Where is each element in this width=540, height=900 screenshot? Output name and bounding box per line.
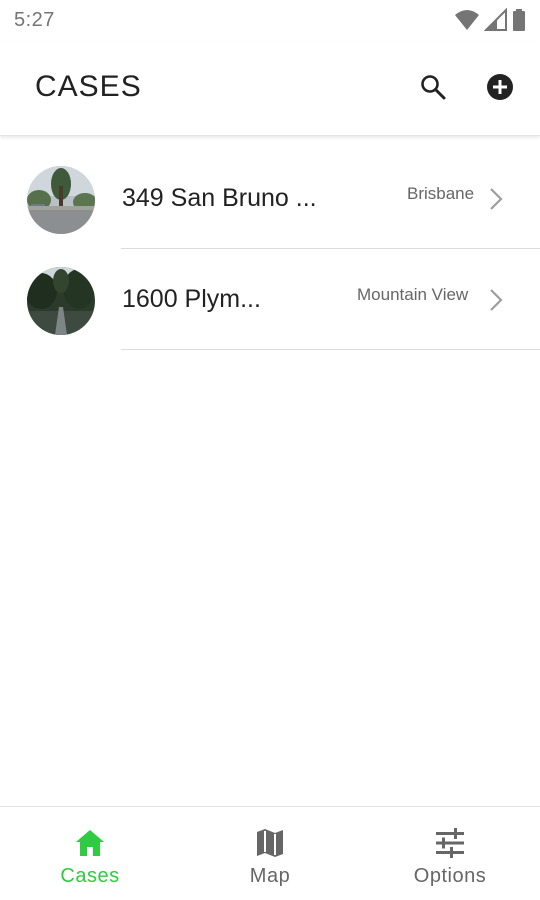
add-case-button[interactable] xyxy=(483,72,517,106)
nav-item-options[interactable]: Options xyxy=(360,807,540,900)
nav-item-cases[interactable]: Cases xyxy=(0,807,180,900)
case-address: 1600 Plym... xyxy=(122,285,261,313)
signal-icon xyxy=(483,7,508,37)
map-icon xyxy=(252,825,288,861)
wifi-icon xyxy=(454,8,480,37)
nav-label: Options xyxy=(413,865,487,887)
status-icons xyxy=(454,7,526,37)
battery-icon xyxy=(512,8,526,37)
app-bar: CASES xyxy=(0,42,540,136)
home-icon xyxy=(72,825,108,861)
case-city: Brisbane xyxy=(407,184,475,203)
divider xyxy=(121,349,540,350)
case-city: Mountain View xyxy=(357,285,469,304)
case-thumbnail xyxy=(27,267,95,335)
case-row-brisbane[interactable]: 349 San Bruno ... Brisbane xyxy=(0,148,540,249)
page-title: CASES xyxy=(35,70,142,103)
case-row-mountain-view[interactable]: 1600 Plym... Mountain View xyxy=(0,249,540,350)
chevron-right-icon xyxy=(486,186,506,212)
case-list: 349 San Bruno ... Brisbane 1600 Plym... … xyxy=(0,148,540,350)
nav-label: Cases xyxy=(60,865,120,887)
bottom-nav: Cases Map Options xyxy=(0,806,540,900)
status-bar: 5:27 xyxy=(0,0,540,42)
case-address: 349 San Bruno ... xyxy=(122,184,317,212)
add-circle-icon xyxy=(486,73,514,106)
search-icon xyxy=(419,73,447,106)
nav-item-map[interactable]: Map xyxy=(180,807,360,900)
case-thumbnail xyxy=(27,166,95,234)
chevron-right-icon xyxy=(486,287,506,313)
tune-icon xyxy=(432,825,468,861)
search-button[interactable] xyxy=(416,72,450,106)
status-time: 5:27 xyxy=(14,9,55,31)
nav-label: Map xyxy=(249,865,291,887)
